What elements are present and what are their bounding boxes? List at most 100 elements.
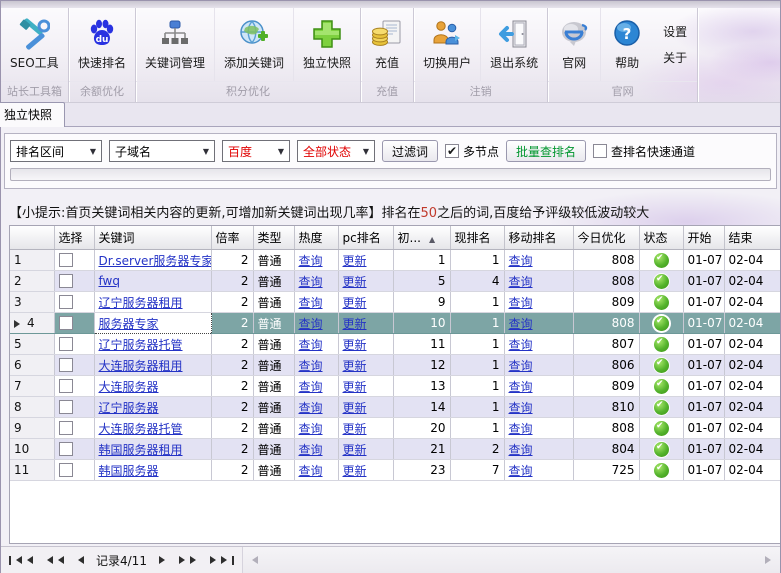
table-row[interactable]: 1Dr.server服务器专家2普通查询更新11查询80801-0702-04	[10, 250, 780, 271]
pc-update-link[interactable]: 更新	[343, 254, 367, 268]
select-cell[interactable]	[54, 418, 94, 439]
settings-button[interactable]: 设置	[663, 23, 687, 40]
select-cell[interactable]	[54, 271, 94, 292]
heat-cell[interactable]: 查询	[294, 292, 338, 313]
keyword-manage-button[interactable]: 关键词管理	[136, 8, 214, 81]
mobile-rank-cell[interactable]: 查询	[504, 397, 573, 418]
keyword-link[interactable]: 大连服务器托管	[99, 422, 183, 436]
heat-query-link[interactable]: 查询	[299, 296, 323, 310]
search-engine-dropdown[interactable]: 百度 ▼	[222, 140, 290, 162]
mobile-rank-cell[interactable]: 查询	[504, 355, 573, 376]
mobile-query-link[interactable]: 查询	[509, 401, 533, 415]
keyword-link[interactable]: 大连服务器租用	[99, 359, 183, 373]
pc-update-link[interactable]: 更新	[343, 359, 367, 373]
heat-cell[interactable]: 查询	[294, 439, 338, 460]
mobile-query-link[interactable]: 查询	[509, 317, 533, 331]
mobile-query-link[interactable]: 查询	[509, 422, 533, 436]
add-keyword-button[interactable]: 添加关键词	[214, 8, 293, 81]
pc-update-link[interactable]: 更新	[343, 317, 367, 331]
mobile-query-link[interactable]: 查询	[509, 275, 533, 289]
row-number-cell[interactable]: 11	[10, 460, 54, 481]
col-header-rate[interactable]: 倍率	[211, 226, 253, 250]
pc-rank-cell[interactable]: 更新	[338, 376, 393, 397]
heat-query-link[interactable]: 查询	[299, 338, 323, 352]
row-checkbox[interactable]	[59, 274, 73, 288]
keyword-link[interactable]: 辽宁服务器租用	[99, 296, 183, 310]
heat-query-link[interactable]: 查询	[299, 254, 323, 268]
keyword-link[interactable]: 服务器专家	[99, 317, 159, 331]
row-number-cell[interactable]: 7	[10, 376, 54, 397]
next-page-button[interactable]	[179, 556, 200, 564]
exit-system-button[interactable]: 退出系统	[480, 8, 547, 81]
recharge-button[interactable]: 充值	[361, 8, 413, 81]
table-row[interactable]: 2fwq2普通查询更新54查询80801-0702-04	[10, 271, 780, 292]
pc-update-link[interactable]: 更新	[343, 401, 367, 415]
keyword-cell[interactable]: 韩国服务器租用	[94, 439, 211, 460]
keyword-link[interactable]: 大连服务器	[99, 380, 159, 394]
mobile-query-link[interactable]: 查询	[509, 338, 533, 352]
table-row[interactable]: 10韩国服务器租用2普通查询更新212查询80401-0702-04	[10, 439, 780, 460]
official-site-button[interactable]: 官网	[548, 8, 600, 81]
first-record-button[interactable]	[9, 556, 33, 565]
mobile-query-link[interactable]: 查询	[509, 443, 533, 457]
select-cell[interactable]	[54, 376, 94, 397]
heat-query-link[interactable]: 查询	[299, 359, 323, 373]
pc-rank-cell[interactable]: 更新	[338, 460, 393, 481]
col-header-mobile-rank[interactable]: 移动排名	[504, 226, 573, 250]
keyword-cell[interactable]: 韩国服务器	[94, 460, 211, 481]
row-number-cell[interactable]: 4	[10, 313, 54, 334]
keyword-cell[interactable]: 辽宁服务器托管	[94, 334, 211, 355]
help-button[interactable]: ? 帮助	[600, 8, 653, 81]
heat-cell[interactable]: 查询	[294, 460, 338, 481]
pc-rank-cell[interactable]: 更新	[338, 292, 393, 313]
pc-rank-cell[interactable]: 更新	[338, 355, 393, 376]
keyword-cell[interactable]: fwq	[94, 271, 211, 292]
heat-query-link[interactable]: 查询	[299, 275, 323, 289]
mobile-rank-cell[interactable]: 查询	[504, 439, 573, 460]
row-checkbox[interactable]	[59, 358, 73, 372]
heat-cell[interactable]: 查询	[294, 271, 338, 292]
table-row[interactable]: 6大连服务器租用2普通查询更新121查询80601-0702-04	[10, 355, 780, 376]
scroll-right-icon[interactable]	[765, 556, 775, 564]
col-header-heat[interactable]: 热度	[294, 226, 338, 250]
row-number-cell[interactable]: 8	[10, 397, 54, 418]
col-header-status[interactable]: 状态	[639, 226, 683, 250]
mobile-query-link[interactable]: 查询	[509, 254, 533, 268]
standalone-snapshot-button[interactable]: 独立快照	[293, 8, 360, 81]
heat-cell[interactable]: 查询	[294, 418, 338, 439]
checkbox-checked-icon[interactable]: ✔	[445, 144, 459, 158]
heat-query-link[interactable]: 查询	[299, 443, 323, 457]
heat-query-link[interactable]: 查询	[299, 380, 323, 394]
mobile-query-link[interactable]: 查询	[509, 359, 533, 373]
horizontal-scrollbar[interactable]	[243, 547, 780, 573]
heat-cell[interactable]: 查询	[294, 376, 338, 397]
pc-update-link[interactable]: 更新	[343, 275, 367, 289]
keyword-link[interactable]: 韩国服务器租用	[99, 443, 183, 457]
select-cell[interactable]	[54, 460, 94, 481]
heat-cell[interactable]: 查询	[294, 313, 338, 334]
table-row[interactable]: 8辽宁服务器2普通查询更新141查询81001-0702-04	[10, 397, 780, 418]
mobile-query-link[interactable]: 查询	[509, 380, 533, 394]
heat-query-link[interactable]: 查询	[299, 317, 323, 331]
select-cell[interactable]	[54, 250, 94, 271]
row-checkbox[interactable]	[59, 421, 73, 435]
keyword-cell[interactable]: 辽宁服务器租用	[94, 292, 211, 313]
mobile-rank-cell[interactable]: 查询	[504, 460, 573, 481]
table-row[interactable]: 7大连服务器2普通查询更新131查询80901-0702-04	[10, 376, 780, 397]
select-cell[interactable]	[54, 439, 94, 460]
keyword-cell[interactable]: 大连服务器租用	[94, 355, 211, 376]
row-number-cell[interactable]: 1	[10, 250, 54, 271]
select-cell[interactable]	[54, 334, 94, 355]
pc-rank-cell[interactable]: 更新	[338, 418, 393, 439]
keyword-cell[interactable]: 服务器专家	[94, 313, 211, 334]
col-header-keyword[interactable]: 关键词	[94, 226, 211, 250]
row-checkbox[interactable]	[59, 253, 73, 267]
mobile-rank-cell[interactable]: 查询	[504, 292, 573, 313]
pc-update-link[interactable]: 更新	[343, 443, 367, 457]
row-checkbox[interactable]	[59, 400, 73, 414]
heat-query-link[interactable]: 查询	[299, 401, 323, 415]
row-number-cell[interactable]: 6	[10, 355, 54, 376]
table-row[interactable]: 3辽宁服务器租用2普通查询更新91查询80901-0702-04	[10, 292, 780, 313]
table-row[interactable]: 9大连服务器托管2普通查询更新201查询80801-0702-04	[10, 418, 780, 439]
next-record-button[interactable]	[159, 556, 169, 564]
